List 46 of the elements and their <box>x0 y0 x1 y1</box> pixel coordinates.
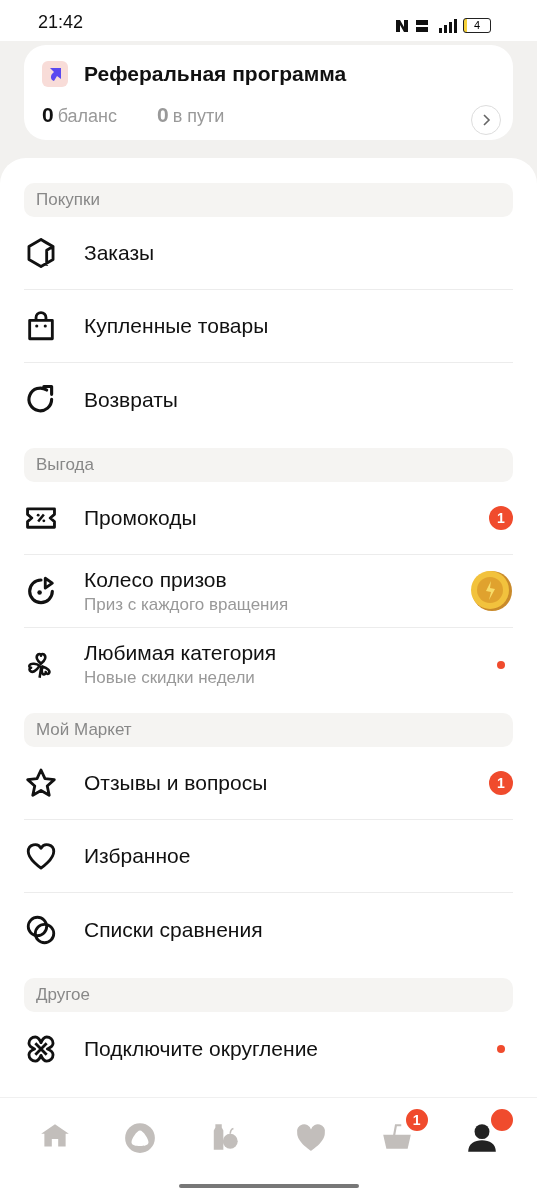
overlapping-circles-icon <box>24 913 58 947</box>
menu-item[interactable]: Подключите округление <box>24 1012 513 1086</box>
section-header: Другое <box>24 978 513 1013</box>
count-badge: 1 <box>489 771 513 796</box>
referral-title: Реферальная программа <box>84 62 347 87</box>
menu-item[interactable]: Любимая категория Новые скидки недели <box>24 628 513 702</box>
battery-indicator: 4 <box>462 18 491 34</box>
menu-item[interactable]: Заказы <box>24 217 513 291</box>
stat-label: в пути <box>172 106 225 128</box>
nav-tab[interactable]: 1 <box>363 1106 430 1166</box>
coin-icon <box>469 569 513 614</box>
referral-card[interactable]: Реферальная программа 0 баланс 0 в пути <box>24 45 513 141</box>
notification-dot <box>497 661 505 669</box>
status-time: 21:42 <box>38 12 84 34</box>
item-label: Колесо призов <box>84 568 228 592</box>
stat-label: баланс <box>57 106 118 128</box>
item-label: Избранное <box>84 844 192 869</box>
chevron-icon <box>481 114 491 127</box>
count-badge: 1 <box>403 1106 430 1133</box>
notification-dot <box>497 1045 505 1053</box>
item-label: Купленные товары <box>84 314 270 339</box>
section-header: Мой Маркет <box>24 713 513 748</box>
menu-item[interactable]: Промокоды 1 <box>24 482 513 556</box>
section-header: Покупки <box>24 183 513 218</box>
item-label: Возвраты <box>84 388 179 412</box>
item-label: Любимая категория <box>84 641 278 666</box>
item-label: Списки сравнения <box>84 918 264 942</box>
menu-item[interactable]: Колесо призов Приз с каждого вращения <box>24 555 513 629</box>
nfc-icon <box>394 19 409 33</box>
section-header: Выгода <box>24 448 513 483</box>
item-label: Промокоды <box>84 506 198 531</box>
item-label: Подключите округление <box>84 1037 320 1061</box>
menu-item[interactable]: Купленные товары <box>24 290 513 364</box>
assistant-icon <box>123 1120 158 1155</box>
chevron-button[interactable] <box>471 105 501 136</box>
item-subtitle: Приз с каждого вращения <box>84 595 290 615</box>
item-subtitle: Новые скидки недели <box>84 668 256 689</box>
stat-value: 0 <box>42 103 54 128</box>
menu-item[interactable]: Избранное <box>24 820 513 894</box>
count-badge: 1 <box>489 506 513 531</box>
menu-item[interactable]: Возвраты <box>24 363 513 437</box>
menu-item[interactable]: Отзывы и вопросы 1 <box>24 747 513 821</box>
stat-value: 0 <box>157 103 169 128</box>
item-label: Заказы <box>84 241 156 266</box>
menu-item[interactable]: Списки сравнения <box>24 893 513 967</box>
item-label: Отзывы и вопросы <box>84 771 269 796</box>
